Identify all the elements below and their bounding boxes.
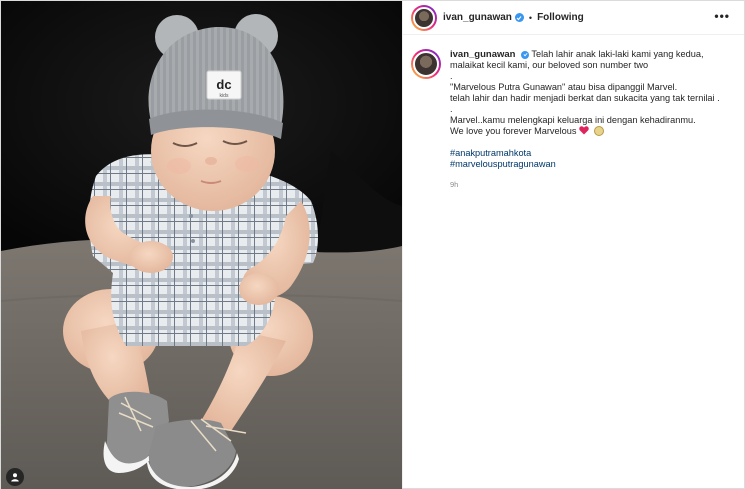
header-separator: • xyxy=(528,12,533,23)
caption-line-7: Marvel..kamu melengkapi keluarga ini den… xyxy=(450,115,696,125)
author-username[interactable]: ivan_gunawan xyxy=(443,12,512,23)
post-photo[interactable]: dc kids xyxy=(1,1,402,489)
caption-line-6: . xyxy=(450,104,453,114)
more-options-icon[interactable]: ••• xyxy=(714,10,730,22)
author-avatar[interactable] xyxy=(411,4,437,31)
smiling-face-icon xyxy=(593,126,604,136)
post-timestamp[interactable]: 9h xyxy=(450,179,720,190)
following-button[interactable]: Following xyxy=(537,12,584,23)
caption-username[interactable]: ivan_gunawan xyxy=(450,49,515,60)
caption-verified-badge-icon xyxy=(521,50,530,59)
hashtag-link[interactable]: #marvelousputragunawan xyxy=(450,159,720,170)
caption-line-8: We love you forever Marvelous xyxy=(450,126,577,136)
user-tag-icon[interactable] xyxy=(6,468,24,486)
caption-line-5: telah lahir dan hadir menjadi berkat dan… xyxy=(450,93,720,103)
red-heart-icon xyxy=(579,126,589,135)
instagram-post: dc kids ivan_gunawan • Following ••• iva… xyxy=(0,0,745,489)
caption-line-3: . xyxy=(450,71,453,81)
hat-logo-sub: kids xyxy=(220,93,229,99)
caption-author-avatar[interactable] xyxy=(411,49,441,79)
caption-line-1: Telah lahir anak laki-laki kami yang ked… xyxy=(531,49,704,59)
baby-photo-illustration: dc kids xyxy=(1,1,402,489)
hashtag-link[interactable]: #anakputramahkota xyxy=(450,148,720,159)
caption-line-2: malaikat kecil kami, our beloved son num… xyxy=(450,60,649,70)
caption-text: ivan_gunawan Telah lahir anak laki-laki … xyxy=(450,49,720,190)
caption-block: ivan_gunawan Telah lahir anak laki-laki … xyxy=(411,49,734,190)
post-header: ivan_gunawan • Following ••• xyxy=(403,1,744,35)
hat-logo: dc xyxy=(216,77,231,92)
verified-badge-icon xyxy=(514,13,524,22)
caption-line-4: "Marvelous Putra Gunawan" atau bisa dipa… xyxy=(450,82,678,92)
post-sidebar: ivan_gunawan • Following ••• ivan_gunawa… xyxy=(402,1,744,488)
